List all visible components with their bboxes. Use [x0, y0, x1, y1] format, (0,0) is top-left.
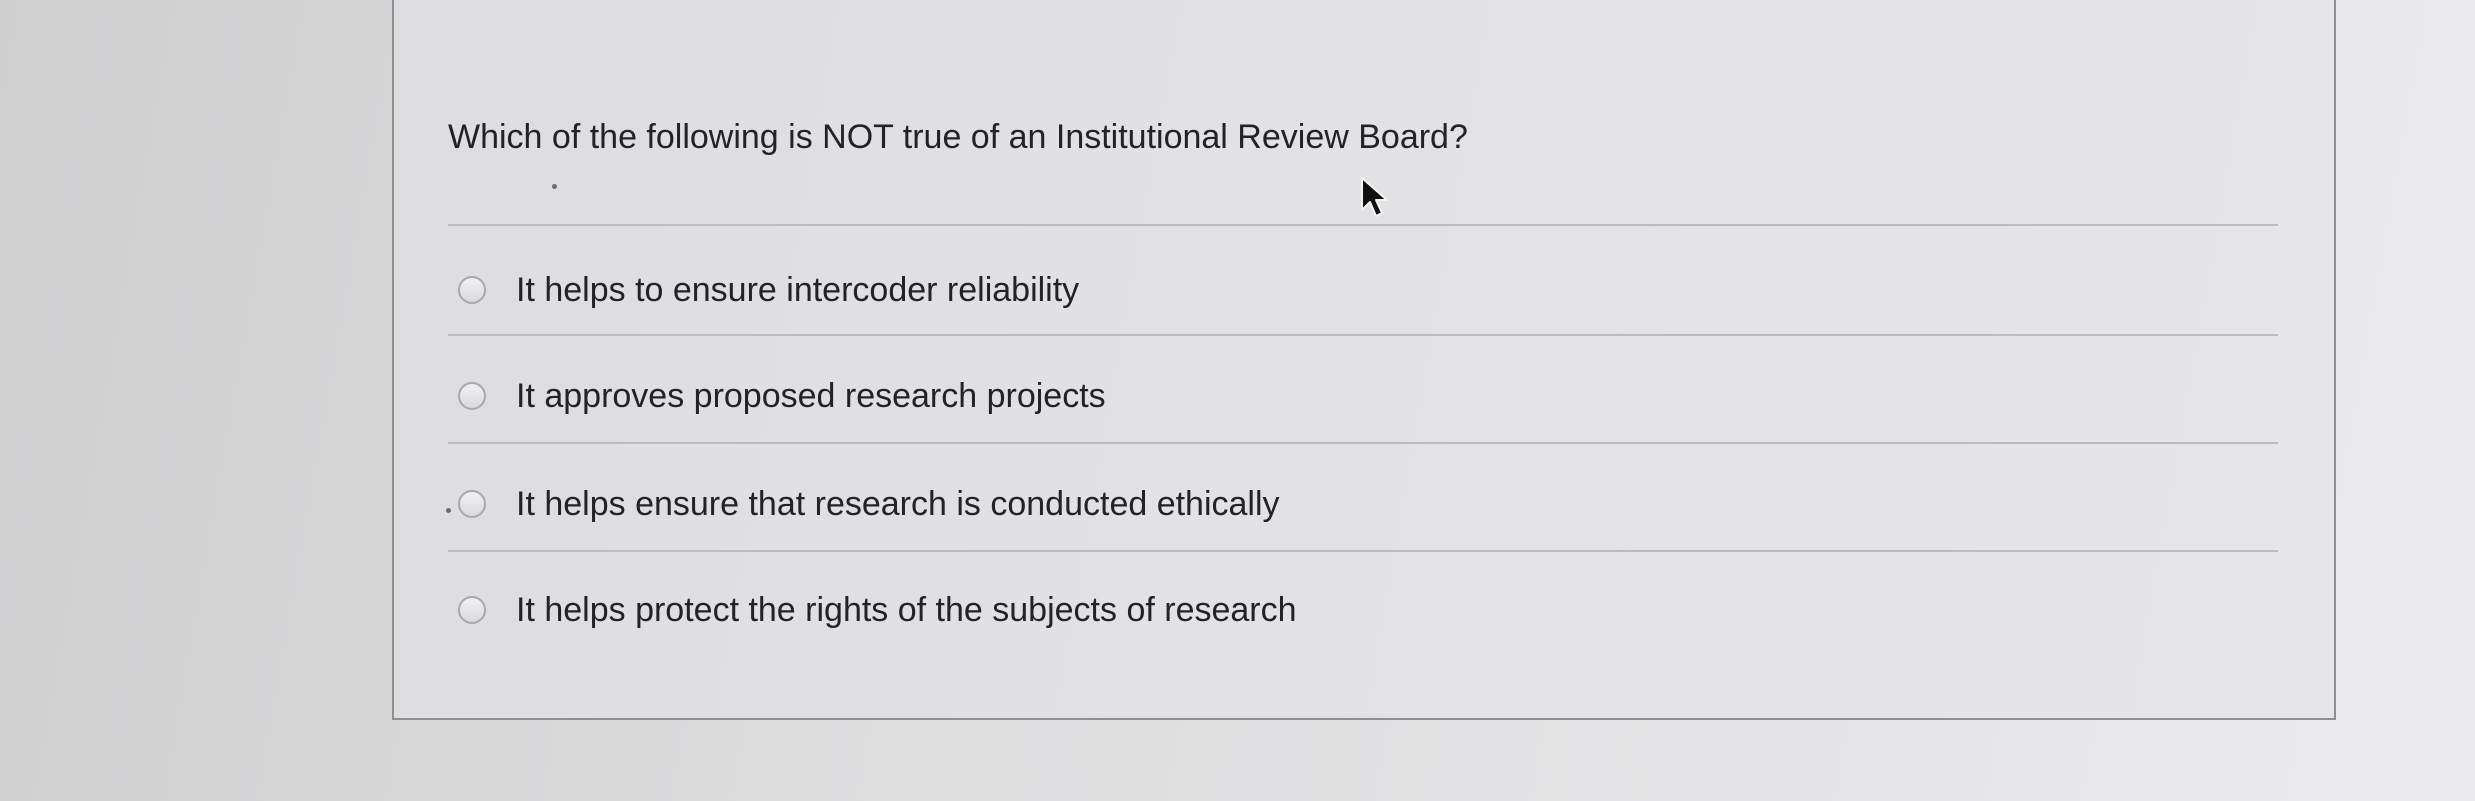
question-text: Which of the following is NOT true of an…	[448, 118, 1468, 156]
divider	[448, 334, 2278, 336]
speck	[446, 508, 451, 513]
radio-button-icon[interactable]	[458, 596, 486, 624]
divider	[448, 550, 2278, 552]
radio-button-icon[interactable]	[458, 382, 486, 410]
answer-option-4-label[interactable]: It helps protect the rights of the subje…	[516, 591, 1297, 630]
answer-option-3[interactable]: It helps ensure that research is conduct…	[458, 482, 1280, 526]
speck	[552, 184, 557, 189]
answer-option-2-label[interactable]: It approves proposed research projects	[516, 377, 1106, 416]
radio-button-icon[interactable]	[458, 490, 486, 518]
answer-option-3-label[interactable]: It helps ensure that research is conduct…	[516, 485, 1280, 524]
divider	[448, 442, 2278, 444]
answer-option-1[interactable]: It helps to ensure intercoder reliabilit…	[458, 268, 1079, 312]
answer-option-4[interactable]: It helps protect the rights of the subje…	[458, 588, 1297, 632]
answer-option-2[interactable]: It approves proposed research projects	[458, 374, 1106, 418]
radio-button-icon[interactable]	[458, 276, 486, 304]
divider	[448, 224, 2278, 226]
mouse-pointer-icon	[1361, 177, 1388, 217]
answer-option-1-label[interactable]: It helps to ensure intercoder reliabilit…	[516, 271, 1079, 310]
